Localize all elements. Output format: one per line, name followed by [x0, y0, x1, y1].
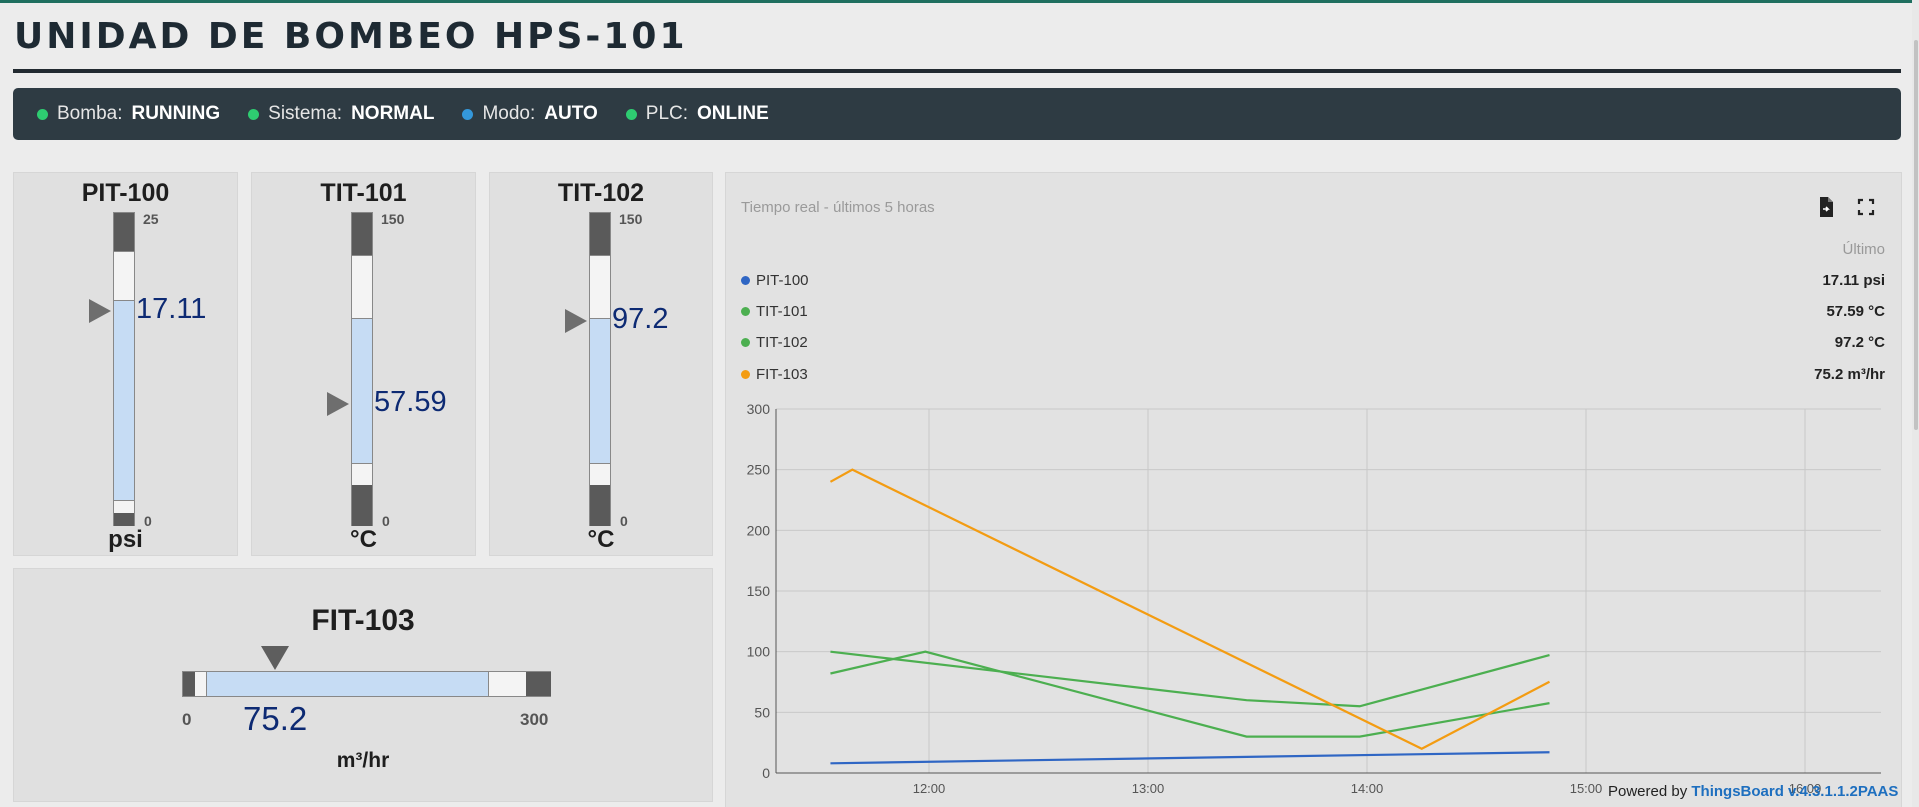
x-tick-label: 14:00 [1351, 781, 1384, 796]
status-label: Modo: [482, 103, 536, 124]
series-line-fit-103 [829, 468, 1551, 750]
y-tick-label: 250 [747, 462, 771, 478]
gauge-band-line [352, 463, 372, 464]
gauge-unit: °C [350, 526, 377, 553]
gauge-title: FIT-103 [311, 604, 415, 637]
gauge-fill [590, 318, 610, 463]
gauge-title: PIT-100 [81, 179, 170, 207]
gauge-max-label: 25 [143, 211, 159, 227]
title-divider [13, 69, 1901, 73]
page-title: UNIDAD DE BOMBEO HPS-101 [14, 16, 688, 57]
gauge-band-line [114, 500, 134, 501]
series-line-tit-102 [830, 650, 1550, 708]
gauge-panel-fit-103: FIT-103 0 300 75.2 m³/hr [13, 568, 713, 802]
gauge-max-label: 150 [381, 211, 405, 227]
y-tick-label: 300 [747, 401, 771, 417]
status-dot-icon [625, 108, 637, 120]
status-sistema: Sistema: NORMAL [248, 103, 434, 125]
y-tick-label: 150 [747, 583, 771, 599]
status-value: NORMAL [351, 103, 435, 124]
gauge-title: TIT-102 [557, 179, 645, 207]
y-tick-label: 0 [762, 765, 770, 781]
thingsboard-link[interactable]: ThingsBoard v.4.3.1.1.2PAAS [1691, 783, 1898, 800]
x-tick-label: 15:00 [1570, 781, 1603, 796]
powered-by-prefix: Powered by [1608, 783, 1688, 800]
x-tick-label: 13:00 [1132, 781, 1165, 796]
series-line-pit-100 [830, 751, 1550, 765]
status-modo: Modo: AUTO [462, 103, 598, 125]
top-accent-line [0, 0, 1919, 3]
status-value: RUNNING [131, 103, 221, 124]
line-chart-plot: 05010015020025030012:00 13:00 14:00 15:00 16… [747, 401, 1881, 796]
gauge-upper-band [352, 213, 372, 255]
status-label: PLC: [645, 103, 689, 124]
gauge-value: 57.59 [374, 386, 447, 418]
gauge-pointer-icon [565, 309, 587, 333]
y-tick-label: 50 [754, 704, 770, 720]
gauge-band-line [590, 463, 610, 464]
gauge-panel-pit-100: PIT-100 25 0 17.11 psi [13, 172, 238, 556]
gauge-value: 75.2 [243, 700, 308, 737]
x-tick-label: 12:00 [913, 781, 946, 796]
gauge-pointer-icon [89, 299, 111, 323]
gauge-tube [351, 212, 373, 526]
gauge-unit: psi [108, 526, 143, 553]
y-tick-label: 100 [747, 644, 771, 660]
gauge-panel-tit-101: TIT-101 150 0 57.59 °C [251, 172, 476, 556]
timeseries-chart-panel: Tiempo real - últimos 5 horas Último PIT… [725, 172, 1902, 807]
y-tick-label: 200 [747, 522, 771, 538]
gauge-lower-band [114, 513, 134, 526]
status-dot-icon [248, 108, 260, 120]
gauge-pointer-icon [327, 392, 349, 416]
status-dot-icon [37, 108, 48, 120]
status-value: AUTO [544, 103, 598, 124]
scrollbar-thumb[interactable] [1914, 40, 1918, 430]
gauge-pointer-icon [261, 646, 289, 670]
gauge-unit: m³/hr [336, 749, 390, 772]
powered-by: Powered by ThingsBoard v.4.3.1.1.2PAAS [1608, 783, 1898, 800]
gauge-value: 97.2 [612, 303, 669, 335]
gauge-upper-band [114, 213, 134, 251]
gauge-max-label: 150 [619, 211, 643, 227]
gauge-fill [206, 672, 489, 696]
status-label: Bomba: [57, 103, 123, 124]
status-plc: PLC: ONLINE [625, 103, 769, 125]
gauge-band-line [114, 251, 134, 252]
gauge-right-band [526, 672, 551, 696]
gauge-band-line [352, 255, 372, 256]
status-bomba: Bomba: RUNNING [37, 103, 220, 125]
gauge-lower-band [352, 485, 372, 526]
gauge-tube [589, 212, 611, 526]
gauge-left-band [183, 672, 195, 696]
status-bar: Bomba: RUNNING Sistema: NORMAL Modo: AUT… [13, 88, 1901, 140]
gauge-fill [114, 300, 134, 500]
gauge-bar [182, 671, 551, 697]
gauge-upper-band [590, 213, 610, 255]
status-label: Sistema: [268, 103, 343, 124]
gauge-value: 17.11 [136, 293, 207, 325]
gauge-tube [113, 212, 135, 526]
gauge-band-line [590, 255, 610, 256]
gauge-max-label: 300 [520, 710, 549, 729]
status-value: ONLINE [697, 103, 769, 124]
status-dot-icon [462, 108, 474, 120]
gauge-unit: °C [587, 526, 615, 553]
gauge-title: TIT-101 [320, 179, 407, 207]
gauge-fill [352, 318, 372, 463]
gauge-lower-band [590, 485, 610, 526]
gauge-min-label: 0 [182, 710, 192, 729]
gauge-panel-tit-102: TIT-102 150 0 97.2 °C [489, 172, 713, 556]
